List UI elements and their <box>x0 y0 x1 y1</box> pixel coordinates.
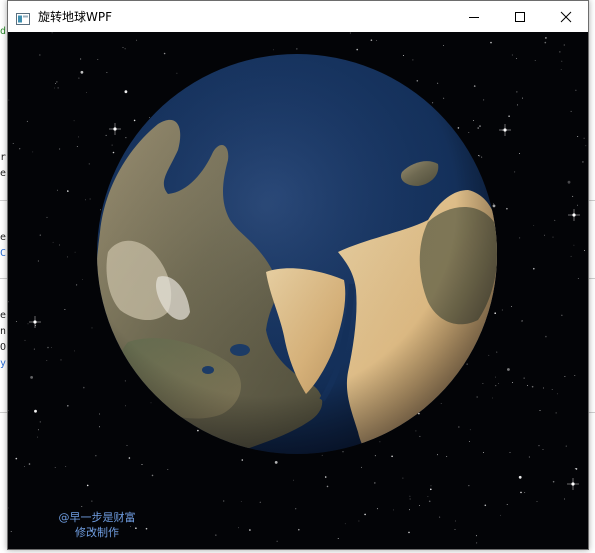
credit-line-1: @早一步是财富 <box>58 511 136 524</box>
editor-fragment: r <box>0 152 7 163</box>
globe[interactable] <box>8 32 588 549</box>
app-window: 旋转地球WPF @早一步是财富 修改制作 <box>7 0 589 550</box>
window-title: 旋转地球WPF <box>38 10 113 24</box>
editor-fragment: e <box>0 168 7 179</box>
close-icon <box>560 11 572 22</box>
editor-fragment: C <box>0 248 7 259</box>
app-icon <box>16 10 30 25</box>
editor-fragment: d <box>0 26 7 37</box>
viewport-3d[interactable]: @早一步是财富 修改制作 <box>8 32 588 549</box>
snow-patch <box>144 400 167 434</box>
close-button[interactable] <box>543 1 589 32</box>
editor-fragment: e <box>0 310 7 321</box>
credit-label: @早一步是财富 修改制作 <box>52 510 142 540</box>
credit-line-2: 修改制作 <box>75 526 119 539</box>
editor-fragment: y <box>0 358 7 369</box>
minimize-button[interactable] <box>451 1 497 32</box>
maximize-icon <box>515 11 525 22</box>
title-bar[interactable]: 旋转地球WPF <box>8 1 588 32</box>
atmosphere-shade <box>97 54 497 454</box>
editor-fragment: n <box>0 326 7 337</box>
editor-fragment: e <box>0 232 7 243</box>
editor-fragment: O <box>0 342 7 353</box>
maximize-button[interactable] <box>497 1 543 32</box>
minimize-icon <box>469 16 479 18</box>
